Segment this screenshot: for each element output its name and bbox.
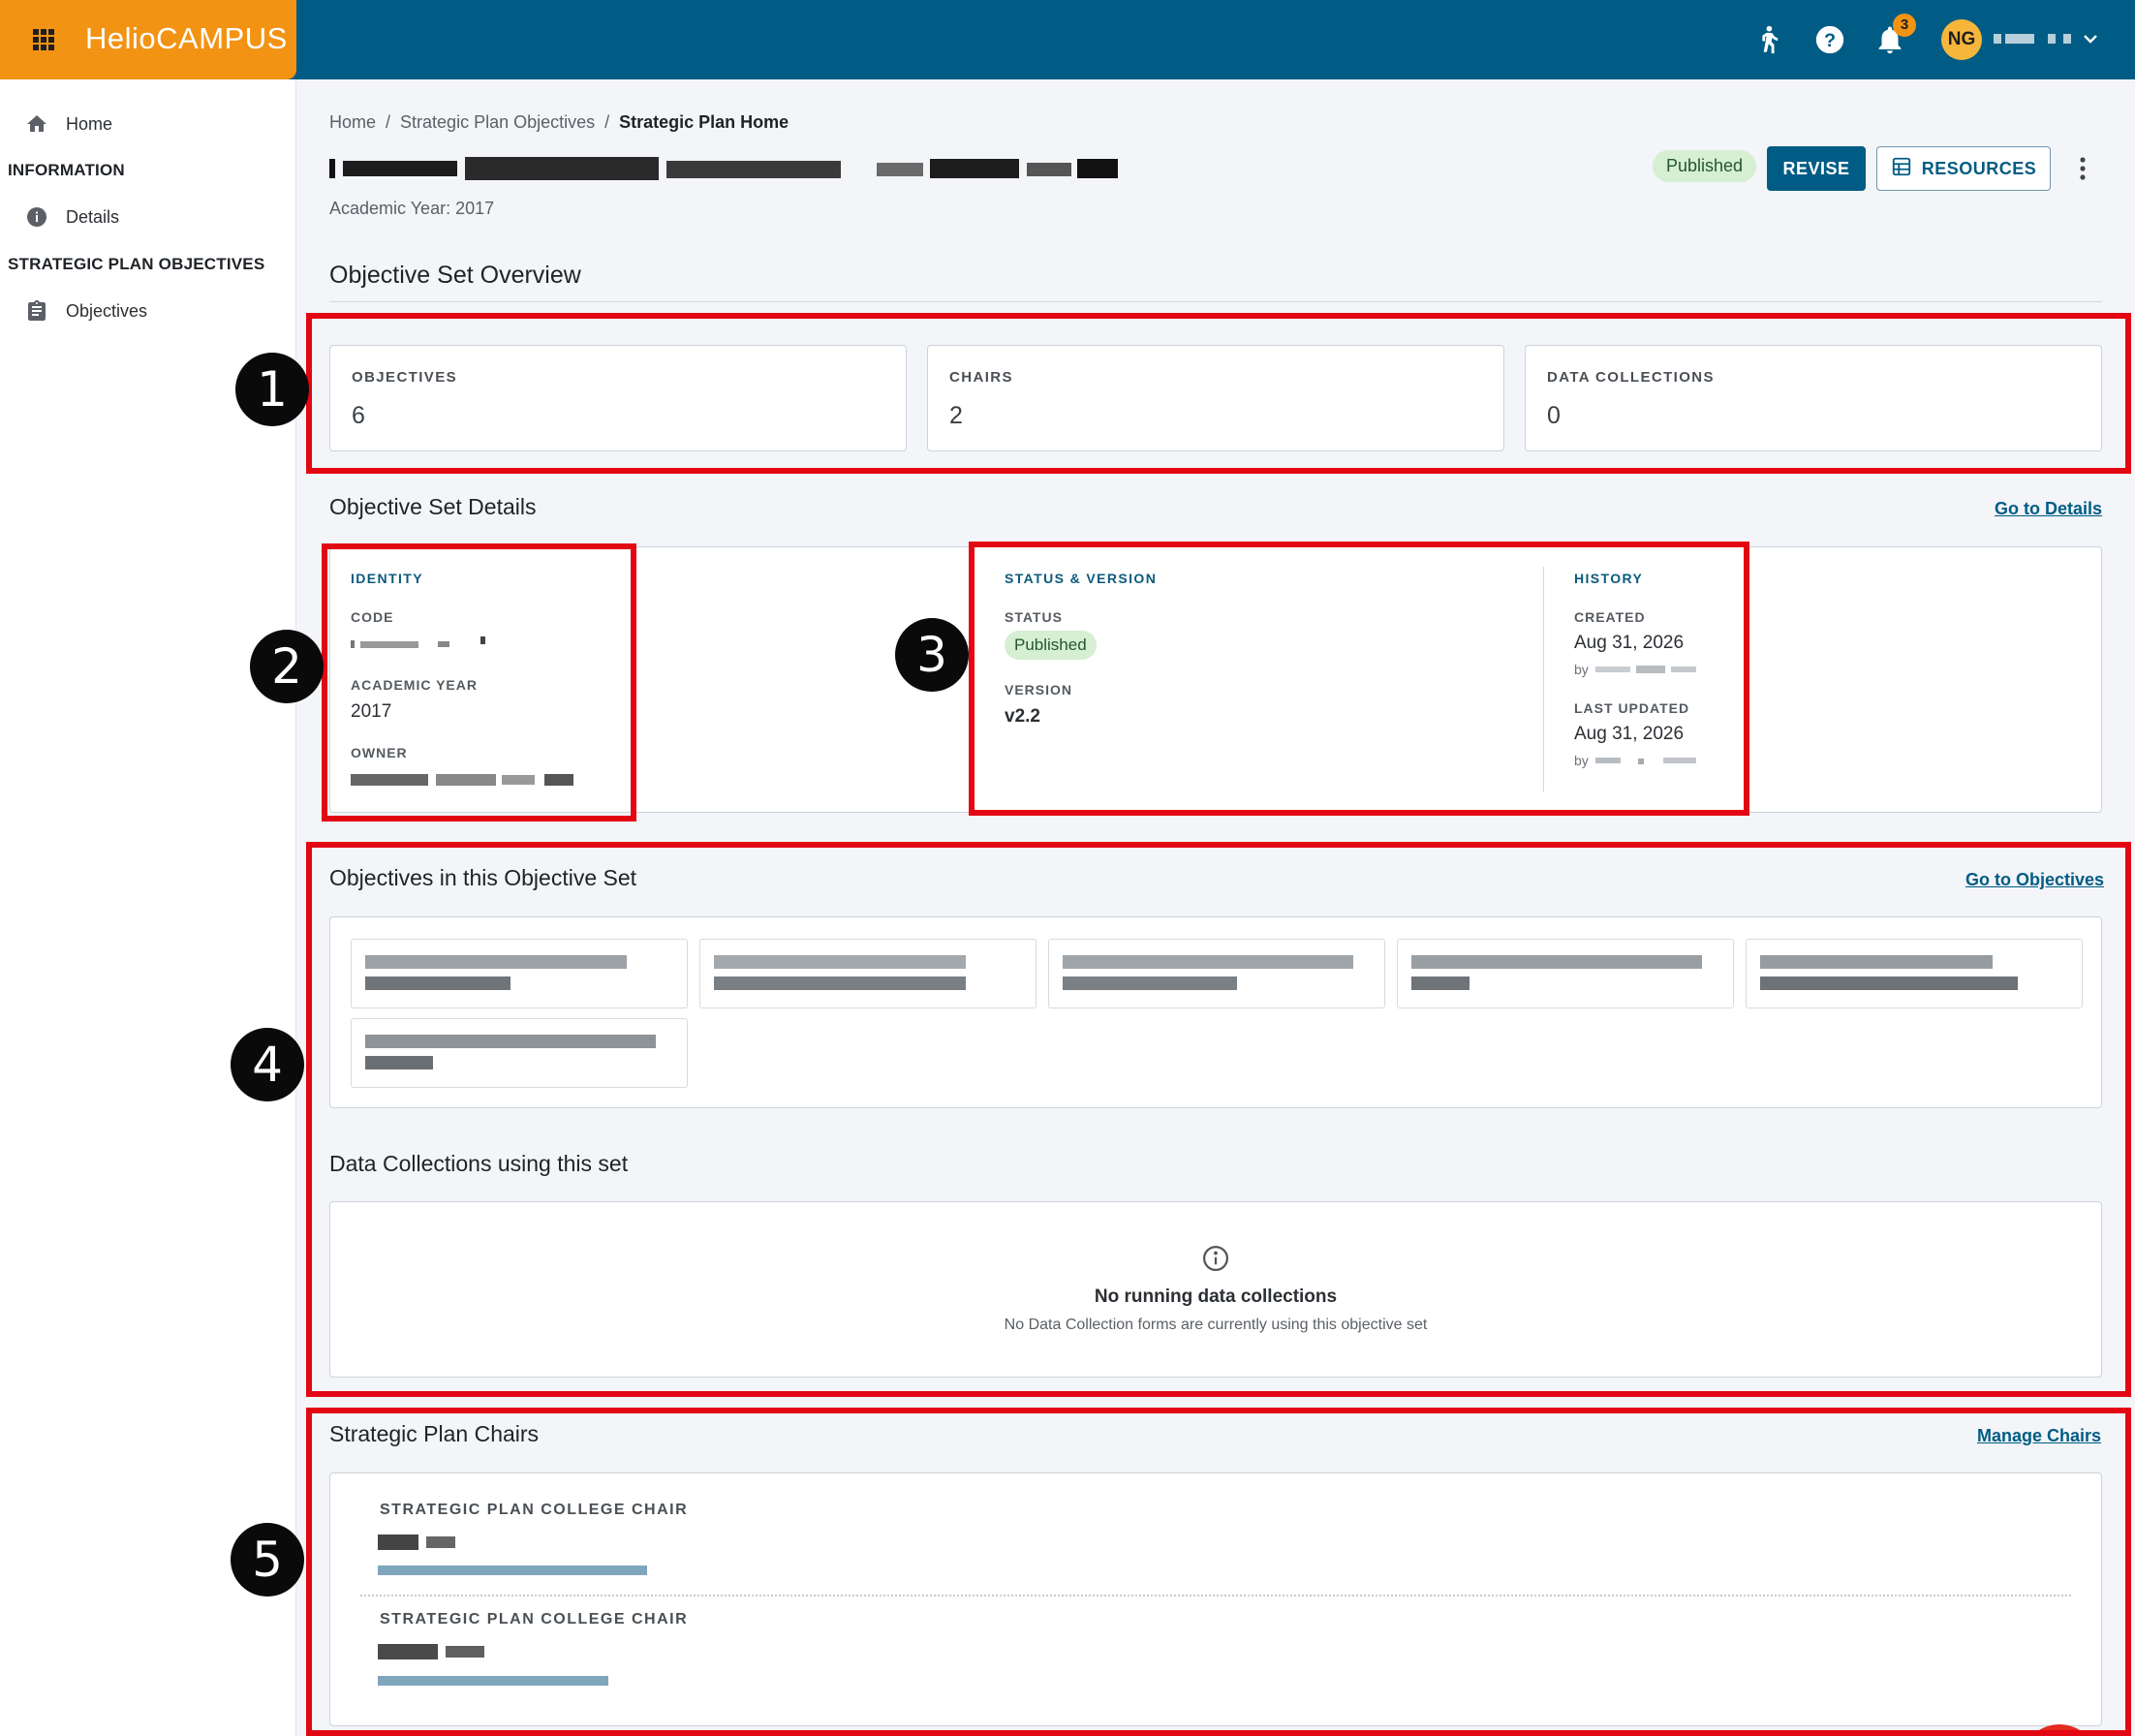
sidebar-header-strategic-plan-objectives: STRATEGIC PLAN OBJECTIVES (8, 255, 265, 273)
sidebar-item-label: Details (66, 206, 120, 227)
walkthrough-icon[interactable] (1751, 23, 1784, 56)
status-badge: Published (1653, 150, 1757, 182)
user-avatar[interactable]: NG (1941, 19, 1982, 60)
clipboard-icon (23, 297, 50, 325)
annotation-number-2: 2 (250, 630, 324, 703)
resources-button[interactable]: RESOURCES (1876, 146, 2051, 191)
breadcrumb: Home / Strategic Plan Objectives / Strat… (329, 112, 789, 133)
annotation-number-4: 4 (231, 1028, 304, 1101)
breadcrumb-current: Strategic Plan Home (619, 112, 789, 132)
more-options-icon[interactable] (2071, 153, 2094, 184)
annotation-box-3 (969, 542, 1749, 816)
academic-year-summary: Academic Year: 2017 (329, 199, 495, 218)
annotation-number-3: 3 (895, 618, 969, 692)
annotation-box-5 (306, 1408, 2131, 1736)
sidebar-item-details[interactable]: Details (23, 200, 119, 234)
breadcrumb-home[interactable]: Home (329, 112, 376, 133)
brand-logo[interactable]: HelioCAMPUS (85, 21, 288, 56)
svg-text:?: ? (1824, 30, 1836, 51)
notification-count-badge: 3 (1893, 14, 1916, 37)
brand-area: HelioCAMPUS (0, 0, 296, 79)
overview-divider (329, 301, 2102, 302)
annotation-box-1 (306, 313, 2131, 474)
help-icon[interactable]: ? (1813, 23, 1846, 56)
resources-icon (1891, 156, 1912, 182)
sidebar-item-label: Objectives (66, 300, 148, 321)
annotation-number-1: 1 (235, 353, 309, 426)
chevron-down-icon[interactable] (2079, 27, 2102, 50)
go-to-details-link[interactable]: Go to Details (1995, 499, 2102, 519)
sidebar: Home INFORMATION Details STRATEGIC PLAN … (0, 79, 296, 1736)
info-icon (23, 203, 50, 231)
user-name-redacted[interactable] (1994, 30, 2073, 47)
top-app-bar: HelioCAMPUS ? 3 NG (0, 0, 2135, 79)
sidebar-item-objectives[interactable]: Objectives (23, 294, 147, 328)
annotation-box-4 (306, 842, 2131, 1397)
sidebar-header-information: INFORMATION (8, 161, 125, 179)
breadcrumb-strategic-plan-objectives[interactable]: Strategic Plan Objectives (400, 112, 595, 133)
home-icon (23, 110, 50, 138)
app-launcher-icon[interactable] (33, 29, 54, 50)
revise-button[interactable]: REVISE (1767, 146, 1866, 191)
sidebar-item-home[interactable]: Home (23, 107, 112, 141)
details-title: Objective Set Details (329, 494, 537, 519)
sidebar-item-label: Home (66, 113, 113, 134)
page-title-redacted (329, 155, 1118, 182)
annotation-box-2 (322, 543, 636, 822)
annotation-number-5: 5 (231, 1523, 304, 1596)
overview-title: Objective Set Overview (329, 262, 581, 289)
